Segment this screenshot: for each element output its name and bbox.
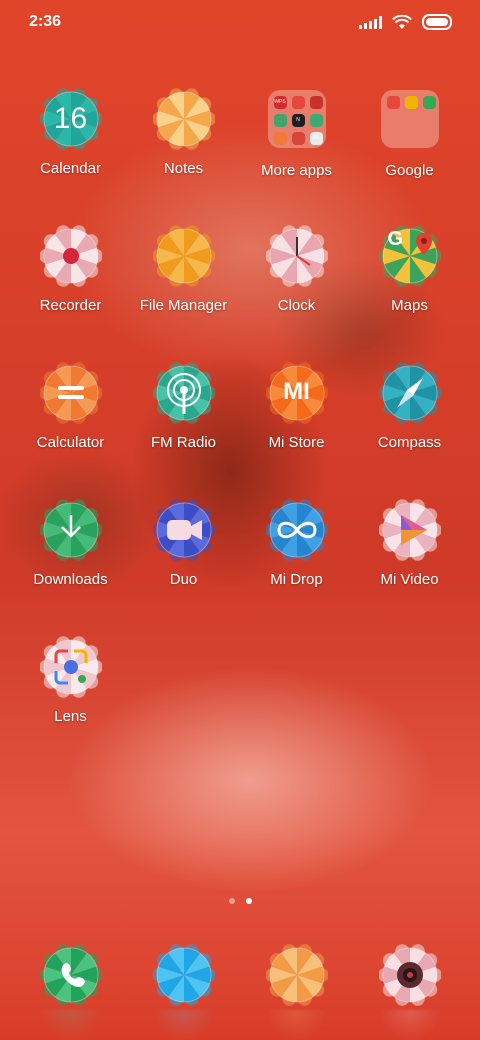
status-icons [359,14,452,30]
compass-icon [378,362,441,424]
folder-app-icon: WPS [273,96,287,109]
app-more-apps-folder[interactable]: WPS N Mi Pay More apps [240,88,353,179]
dock-gallery[interactable] [266,944,328,1006]
mi-video-icon [378,499,441,561]
dock-phone[interactable] [40,944,102,1006]
radio-waves-icon [166,373,201,414]
dock-reflection [40,1010,102,1040]
app-mi-video[interactable]: Mi Video [353,499,466,588]
app-label: Clock [277,297,316,314]
dock-reflection [153,1010,215,1040]
app-recorder[interactable]: Recorder [14,225,127,314]
folder-app-icon [309,96,323,109]
app-label: FM Radio [150,434,217,451]
folder-app-icon [309,114,323,127]
infinity-icon [276,521,317,539]
calendar-date: 16 [53,102,88,135]
lens-icon [39,636,102,698]
app-lens[interactable]: Lens [14,636,127,725]
camera-lens-icon [397,962,423,988]
folder-app-icon: N [291,114,305,127]
folder-icon [379,90,441,152]
folder-app-icon [291,132,305,145]
app-clock[interactable]: Clock [240,225,353,314]
app-file-manager[interactable]: File Manager [127,225,240,314]
app-label: Downloads [33,571,108,588]
folder-icon: WPS N Mi Pay [266,90,328,152]
app-duo[interactable]: Duo [127,499,240,588]
more-apps-folder-grid: WPS N Mi Pay [267,90,326,148]
mi-drop-icon [265,499,328,561]
page-indicator [0,898,480,904]
app-label: Maps [391,297,428,314]
app-label: Compass [377,434,442,451]
dock-camera[interactable] [379,944,441,1006]
dock-reflection [379,1010,441,1040]
play-icon [400,515,427,545]
folder-app-icon [386,96,400,109]
app-google-folder[interactable]: Google [353,88,466,179]
folder-app-icon [291,96,305,109]
wifi-icon [392,14,412,29]
record-dot-icon [62,248,79,264]
folder-app-icon [273,114,287,127]
dock-reflection [266,1010,328,1040]
app-label: File Manager [139,297,228,314]
app-label: More apps [261,162,332,179]
clock-hands-icon [295,237,311,266]
page-dot-current[interactable] [245,898,252,904]
app-mi-drop[interactable]: Mi Drop [240,499,353,588]
app-calendar[interactable]: 16 Calendar [14,88,127,177]
mi-store-icon: mi [265,362,328,424]
app-downloads[interactable]: Downloads [14,499,127,588]
file-manager-icon [152,225,215,287]
equals-icon [57,386,84,390]
app-fm-radio[interactable]: FM Radio [127,362,240,451]
app-label: Lens [54,708,87,725]
notes-icon [152,88,215,150]
clock-icon [265,225,328,287]
calculator-icon [39,362,102,424]
status-bar: 2:36 [0,0,480,44]
app-notes[interactable]: Notes [127,88,240,177]
downloads-icon [39,499,102,561]
download-arrow-icon [60,515,81,538]
video-camera-icon [166,520,202,540]
page-dot[interactable] [228,898,235,904]
google-folder-grid [380,90,439,148]
app-maps[interactable]: G Maps [353,225,466,314]
app-label: Calculator [36,434,105,451]
maps-icon: G [378,225,441,287]
app-mi-store[interactable]: mi Mi Store [240,362,353,451]
mi-logo-icon: mi [283,378,310,405]
app-label: Duo [169,571,198,588]
app-calculator[interactable]: Calculator [14,362,127,451]
recorder-icon [39,225,102,287]
app-label: Mi Drop [270,571,323,588]
folder-app-icon: Mi Pay [309,132,323,145]
app-label: Recorder [39,297,102,314]
app-label: Google [385,162,434,179]
battery-icon [422,14,452,30]
folder-app-icon [404,96,418,109]
calendar-icon: 16 [39,88,102,150]
dock-browser[interactable] [153,944,215,1006]
status-time: 2:36 [29,13,62,30]
app-label: Calendar [40,160,101,177]
map-pin-icon [415,233,432,255]
fm-radio-icon [152,362,215,424]
app-label: Notes [163,160,204,177]
app-label: Mi Store [268,434,325,451]
signal-icon [359,15,382,29]
folder-app-icon [273,132,287,145]
folder-app-icon [422,96,436,109]
lens-camera-icon [54,649,87,685]
phone-handset-icon [61,963,85,988]
compass-needle-icon [396,378,423,408]
app-label: Mi Video [380,571,439,588]
app-compass[interactable]: Compass [353,362,466,451]
duo-icon [152,499,215,561]
